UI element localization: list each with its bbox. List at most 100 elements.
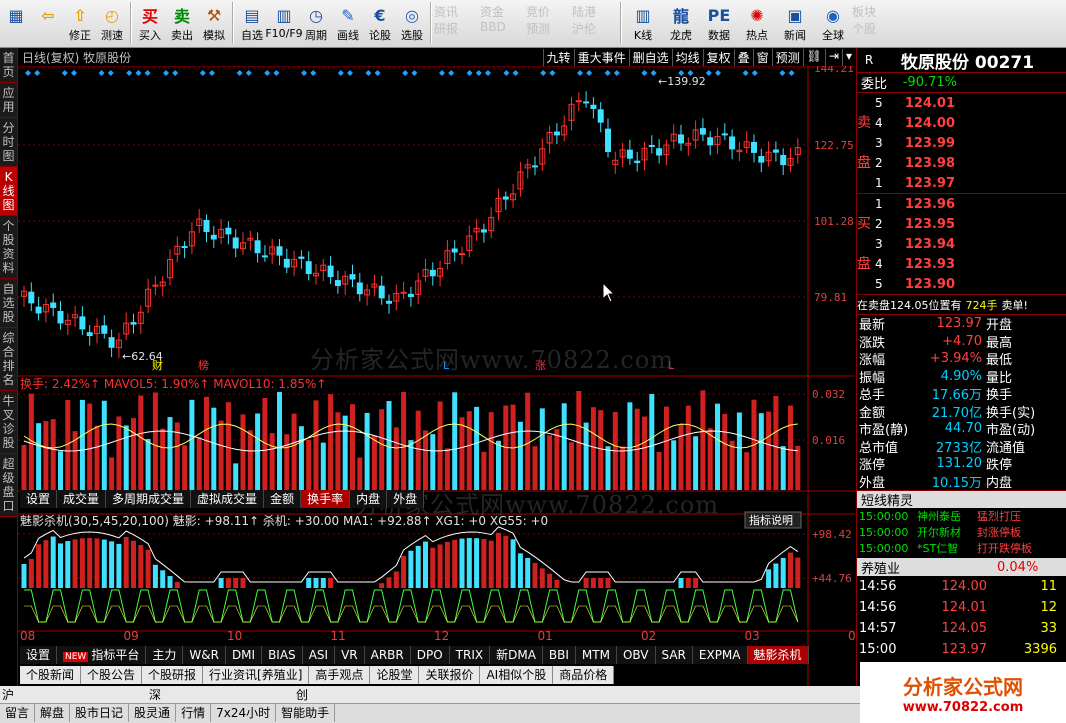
info-tab-1[interactable]: 个股公告 (81, 666, 143, 684)
toolbar-box-button[interactable]: 沪伦 (572, 20, 616, 37)
info-tab-5[interactable]: 论股堂 (370, 666, 420, 684)
indicator-tab-16[interactable]: EXPMA (692, 646, 748, 664)
kline-chart[interactable]: 144.21122.75101.2879.81←139.92←62.64财榜 L 涨… (18, 66, 855, 686)
volume-tab-2[interactable]: 多周期成交量 (106, 490, 192, 508)
chart-button-2[interactable]: 删自选 (628, 48, 672, 66)
info-tab-6[interactable]: 关联报价 (419, 666, 481, 684)
indicator-tab-3[interactable]: W&R (183, 646, 226, 664)
toolbar-button2-2[interactable]: PE 数据 (700, 0, 738, 46)
chart-button-4[interactable]: 复权 (702, 48, 734, 66)
volume-bar (218, 420, 224, 490)
toolbar-button-12[interactable]: ◎ 选股 (396, 0, 428, 46)
toolbar-button2-1[interactable]: 龍龙虎 (662, 0, 700, 46)
toolbar-button-10[interactable]: ✎ 画线 (332, 0, 364, 46)
candle-body (35, 306, 42, 314)
quick-link-6[interactable]: 智能助手 (276, 704, 336, 722)
volume-tab-5[interactable]: 换手率 (301, 490, 351, 508)
signal-diamond (245, 70, 252, 76)
volume-tab-1[interactable]: 成交量 (57, 490, 107, 508)
toolbar-button-4[interactable]: 买买入 (134, 0, 166, 46)
volume-tab-7[interactable]: 外盘 (387, 490, 425, 508)
toolbar-button2-4[interactable]: ▣ 新闻 (776, 0, 814, 46)
toolbar-box-button[interactable]: 竞价 (526, 3, 570, 20)
volume-tab-0[interactable]: 设置 (20, 490, 58, 508)
indicator-tab-15[interactable]: SAR (655, 646, 693, 664)
sidebar-tab-2[interactable]: 分时图 (0, 118, 17, 167)
sidebar-tab-5[interactable]: 自选股 (0, 279, 17, 328)
sidebar-tab-0[interactable]: 首页 (0, 48, 17, 83)
indicator-tab-13[interactable]: MTM (575, 646, 617, 664)
price: 123.90 (904, 276, 955, 292)
sidebar-tab-6[interactable]: 综合排名 (0, 328, 17, 391)
sidebar-tab-8[interactable]: 超级盘口 (0, 454, 17, 517)
indicator-tab-9[interactable]: DPO (410, 646, 450, 664)
weibi-label: 委比 (861, 77, 888, 92)
toolbar-button-9[interactable]: ◷ 周期 (300, 0, 332, 46)
toolbar-box-button[interactable]: 预测 (526, 20, 570, 37)
sidebar-tab-1[interactable]: 应用 (0, 83, 17, 118)
indicator-tab-14[interactable]: OBV (616, 646, 656, 664)
quick-link-1[interactable]: 解盘 (35, 704, 71, 722)
lock-icon[interactable]: ⛓ (802, 48, 825, 66)
toolbar-button-3[interactable]: ◴ 测速 (96, 0, 128, 46)
indicator-tab-8[interactable]: ARBR (364, 646, 411, 664)
quick-link-4[interactable]: 行情 (176, 704, 212, 722)
chart-button-3[interactable]: 均线 (671, 48, 703, 66)
indicator-tab-4[interactable]: DMI (225, 646, 263, 664)
toolbar-box-button[interactable]: 陆港 (572, 3, 616, 20)
info-tab-7[interactable]: AI相似个股 (480, 666, 554, 684)
sidebar-tab-7[interactable]: 牛叉诊股 (0, 391, 17, 454)
indicator-tab-6[interactable]: ASI (302, 646, 336, 664)
volume-tab-4[interactable]: 金额 (264, 490, 302, 508)
chart-button-7[interactable]: 预测 (771, 48, 803, 66)
toolbar-button2-0[interactable]: ▥ K线 (624, 0, 662, 46)
toolbar-box-button[interactable]: 资讯 (434, 3, 478, 20)
indicator-tab-12[interactable]: BBI (542, 646, 576, 664)
toolbar-button-1[interactable]: ⇦ (32, 0, 64, 46)
toolbar-button2-3[interactable]: ✺ 热点 (738, 0, 776, 46)
toolbar-button-2[interactable]: ⇧ 修正 (64, 0, 96, 46)
toolbar-box-button[interactable]: 个股 (852, 20, 896, 37)
chart-button-5[interactable]: 叠 (733, 48, 753, 66)
sidebar-tab-4[interactable]: 个股资料 (0, 216, 17, 279)
quick-link-0[interactable]: 留言 (0, 704, 36, 722)
quick-link-2[interactable]: 股市日记 (70, 704, 130, 722)
info-tab-8[interactable]: 商品价格 (553, 666, 615, 684)
indicator-tab-0[interactable]: 设置 (20, 646, 58, 664)
toolbar-button-0[interactable]: ▦ (0, 0, 32, 46)
indicator-tab-1[interactable]: NEW 指标平台 (57, 646, 147, 664)
toolbar-button2-5[interactable]: ◉ 全球 (814, 0, 852, 46)
volume-tab-6[interactable]: 内盘 (350, 490, 388, 508)
info-tab-3[interactable]: 行业资讯[养殖业] (203, 666, 310, 684)
quick-link-5[interactable]: 7x24小时 (211, 704, 277, 722)
stat-row: 外盘 10.15万 内盘 (857, 473, 1066, 491)
menu-chevron-icon[interactable]: ▾ (841, 48, 855, 66)
info-tab-4[interactable]: 高手观点 (309, 666, 371, 684)
indicator-tab-5[interactable]: BIAS (262, 646, 303, 664)
chart-button-1[interactable]: 重大事件 (573, 48, 629, 66)
toolbar-box-button[interactable]: 研报 (434, 20, 478, 37)
chart-button-0[interactable]: 九转 (542, 48, 574, 66)
toolbar-button-5[interactable]: 卖卖出 (166, 0, 198, 46)
toolbar-button-11[interactable]: € 论股 (364, 0, 396, 46)
indicator-tab-17[interactable]: 魅影杀机 (747, 646, 809, 664)
info-tab-2[interactable]: 个股研报 (142, 666, 204, 684)
indicator-tab-7[interactable]: VR (335, 646, 365, 664)
quick-link-3[interactable]: 股灵通 (129, 704, 177, 722)
volume-tab-3[interactable]: 虚拟成交量 (191, 490, 265, 508)
toolbar-box-button[interactable]: 板块 (852, 3, 896, 20)
toolbar-box-button[interactable]: BBD (480, 20, 524, 34)
indicator-tab-11[interactable]: 新DMA (490, 646, 543, 664)
info-tab-0[interactable]: 个股新闻 (20, 666, 82, 684)
indicator-tab-10[interactable]: TRIX (449, 646, 491, 664)
indicator-tab-2[interactable]: 主力 (146, 646, 184, 664)
toolbar-button-8[interactable]: ▥ F10/F9 (265, 0, 302, 46)
toolbar-button-6[interactable]: ⚒ 模拟 (198, 0, 230, 46)
toolbar-button-7[interactable]: ▤ 自选 (236, 0, 268, 46)
toolbar-box-button[interactable]: 资金 (480, 3, 524, 20)
sidebar-tab-3[interactable]: K线图 (0, 167, 17, 216)
signal-diamond (144, 70, 151, 76)
expand-icon[interactable]: ⇥ (824, 48, 842, 66)
chart-button-6[interactable]: 窗 (752, 48, 772, 66)
stat-label: 涨停 (859, 458, 886, 474)
